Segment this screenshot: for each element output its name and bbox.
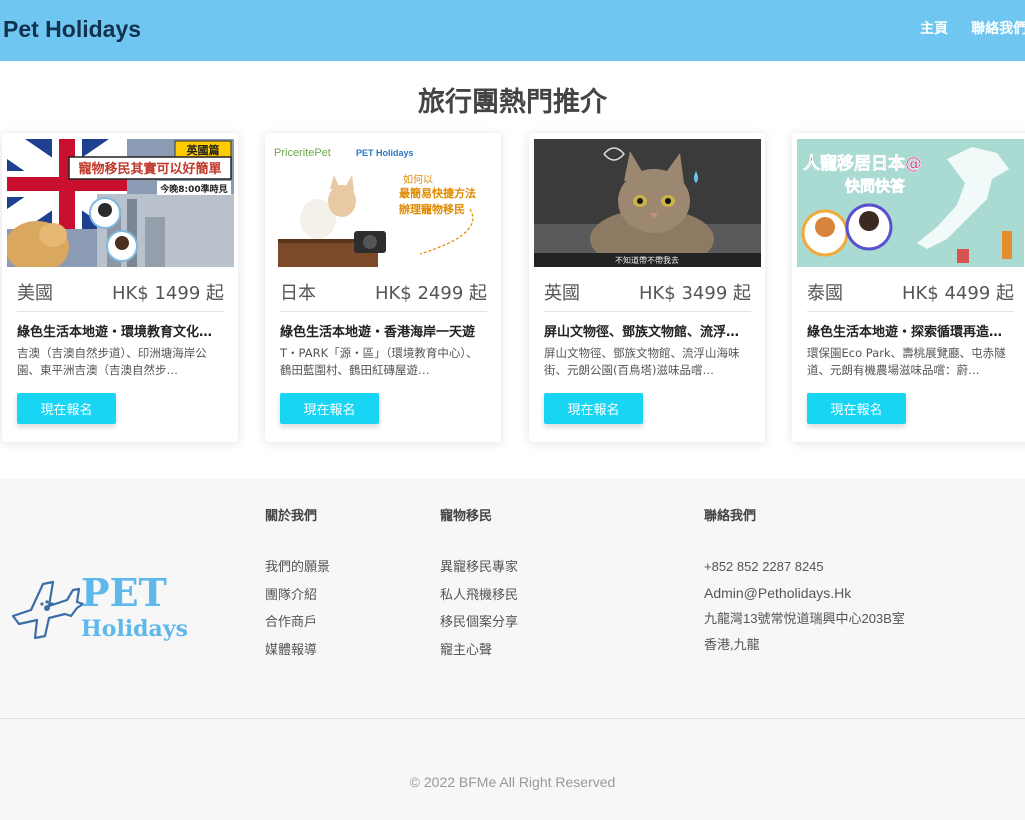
contact-email[interactable]: Admin@Petholidays.Hk (704, 580, 905, 606)
register-now-button[interactable]: 現在報名 (807, 393, 906, 424)
footer-link-media[interactable]: 媒體報導 (265, 643, 317, 658)
image-brand: PriceritePet (274, 147, 331, 159)
register-now-button[interactable]: 現在報名 (280, 393, 379, 424)
tour-card-japan[interactable]: PriceritePet PET Holidays 如何以 最簡易快捷方法 辦理… (265, 133, 501, 442)
nav-contact-link[interactable]: 聯絡我們 (971, 18, 1025, 38)
card-price: HK$ 1499 起 (111, 283, 224, 304)
footer-link-partners[interactable]: 合作商戶 (265, 615, 317, 630)
card-country: 日本 (280, 283, 316, 304)
tour-card-image[interactable]: PriceritePet PET Holidays 如何以 最簡易快捷方法 辦理… (270, 139, 497, 267)
tour-card-thailand[interactable]: 人寵移居日本@ 快問快答 泰國 HK$ 4499 起 綠色生活本地遊・探索循環再… (792, 133, 1025, 442)
svg-text:今晚8:00準時見: 今晚8:00準時見 (159, 183, 227, 195)
svg-text:辦理寵物移民: 辦理寵物移民 (399, 202, 465, 216)
airplane-icon: PET Holidays (11, 570, 188, 642)
tour-card-image[interactable]: 英國篇 寵物移民其實可以好簡單 今晚8:00準時見 (7, 139, 234, 267)
footer-divider (0, 718, 1025, 719)
footer-link-testimonials[interactable]: 寵主心聲 (440, 643, 492, 658)
card-country: 泰國 (807, 283, 843, 304)
brand-logo-text[interactable]: Pet Holidays (3, 16, 141, 43)
footer-contact-title: 聯絡我們 (704, 509, 757, 524)
footer-link-private-jet[interactable]: 私人飛機移民 (440, 588, 518, 603)
site-footer: PET Holidays 關於我們 我們的願景 團隊介紹 合作商戶 媒體報導 寵… (0, 479, 1025, 820)
card-divider (280, 311, 487, 312)
footer-migration-title: 寵物移民 (440, 509, 493, 524)
footer-about-column: 關於我們 我們的願景 團隊介紹 合作商戶 媒體報導 (265, 505, 330, 664)
card-country: 美國 (17, 283, 53, 304)
tour-card-usa[interactable]: 英國篇 寵物移民其實可以好簡單 今晚8:00準時見 美國 HK$ 1499 起 … (2, 133, 238, 442)
image-headline: 寵物移民其實可以好簡單 (78, 161, 221, 177)
contact-address-line2: 香港,九龍 (704, 637, 760, 652)
nav-home-link[interactable]: 主頁 (920, 18, 948, 38)
image-headline: 人寵移居日本@ (803, 153, 922, 174)
top-navbar: Pet Holidays 主頁 聯絡我們 (0, 0, 1025, 61)
card-divider (544, 311, 751, 312)
footer-contact-column: 聯絡我們 +852 852 2287 8245 Admin@Petholiday… (704, 505, 905, 658)
card-country: 英國 (544, 283, 580, 304)
register-now-button[interactable]: 現在報名 (17, 393, 116, 424)
section-title: 旅行團熱門推介 (418, 87, 607, 118)
tour-card-image[interactable]: 人寵移居日本@ 快問快答 (797, 139, 1024, 267)
footer-about-title: 關於我們 (265, 509, 318, 524)
footer-link-team[interactable]: 團隊介紹 (265, 588, 317, 603)
main-nav: 主頁 聯絡我們 (920, 18, 1025, 38)
svg-text:最簡易快捷方法: 最簡易快捷方法 (399, 186, 476, 200)
svg-text:如何以: 如何以 (403, 173, 433, 186)
logo-pet-text: PET (81, 570, 167, 615)
card-tour-name[interactable]: 屏山文物徑、鄧族文物館、流浮… (544, 321, 751, 340)
logo-holidays-text: Holidays (81, 616, 188, 642)
card-tour-name[interactable]: 綠色生活本地遊・香港海岸一天遊 (280, 321, 487, 340)
tour-card-image[interactable]: 不知道帶不帶我去 (534, 139, 761, 267)
image-subtitle: 不知道帶不帶我去 (615, 255, 679, 265)
card-description: 環保園Eco Park、壽桃展覽廳、屯赤隧道、元朗有機農場滋味品嚐：蔚… (807, 346, 1006, 377)
card-tour-name[interactable]: 綠色生活本地遊・環境教育文化… (17, 321, 224, 340)
card-description: 吉澳（吉澳自然步道）、印洲塘海岸公園、東平洲吉澳（吉澳自然步… (17, 346, 207, 377)
footer-link-cases[interactable]: 移民個案分享 (440, 615, 518, 630)
footer-migration-column: 寵物移民 異寵移民專家 私人飛機移民 移民個案分享 寵主心聲 (440, 505, 518, 664)
tour-card-uk[interactable]: 不知道帶不帶我去 英國 HK$ 3499 起 屏山文物徑、鄧族文物館、流浮… 屏… (529, 133, 765, 442)
footer-link-exotic-pets[interactable]: 異寵移民專家 (440, 560, 518, 575)
svg-text:快問快答: 快問快答 (845, 177, 906, 195)
card-description: 屏山文物徑、鄧族文物館、流浮山海味街、元朗公園(百鳥塔)滋味品嚐… (544, 346, 740, 377)
card-description: T・PARK「源・區」（環境教育中心）、鶴田藍圍村、鶴田紅磚屋遊… (280, 346, 478, 377)
image-caption: 英國篇 (186, 143, 220, 157)
card-tour-name[interactable]: 綠色生活本地遊・探索循環再造… (807, 321, 1014, 340)
pet-holidays-logo[interactable]: PET Holidays (9, 564, 199, 644)
register-now-button[interactable]: 現在報名 (544, 393, 643, 424)
copyright-text: © 2022 BFMe All Right Reserved (409, 774, 616, 790)
card-price: HK$ 4499 起 (901, 283, 1014, 304)
card-divider (807, 311, 1014, 312)
card-price: HK$ 2499 起 (374, 283, 487, 304)
contact-phone[interactable]: +852 852 2287 8245 (704, 554, 905, 580)
card-divider (17, 311, 224, 312)
svg-text:PET Holidays: PET Holidays (356, 148, 414, 158)
card-price: HK$ 3499 起 (638, 283, 751, 304)
footer-link-vision[interactable]: 我們的願景 (265, 560, 330, 575)
contact-address-line1: 九龍灣13號常悅道瑞興中心203B室 (704, 611, 905, 626)
